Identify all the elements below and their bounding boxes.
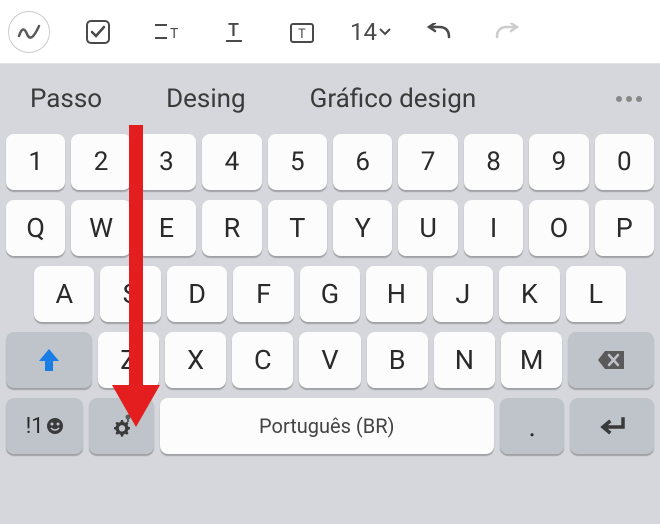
number-row: 1 2 3 4 5 6 7 8 9 0	[6, 134, 654, 190]
symbols-key[interactable]: !1	[6, 398, 83, 454]
undo-icon[interactable]	[419, 12, 459, 52]
key-x[interactable]: X	[165, 332, 226, 388]
period-key[interactable]: .	[500, 398, 564, 454]
key-g[interactable]: G	[300, 266, 360, 322]
backspace-key[interactable]	[568, 332, 654, 388]
key-u[interactable]: U	[398, 200, 457, 256]
settings-key[interactable]	[89, 398, 153, 454]
key-m[interactable]: M	[501, 332, 562, 388]
key-2[interactable]: 2	[71, 134, 130, 190]
font-size-value: 14	[350, 18, 377, 46]
key-c[interactable]: C	[232, 332, 293, 388]
key-9[interactable]: 9	[529, 134, 588, 190]
key-p[interactable]: P	[595, 200, 654, 256]
key-5[interactable]: 5	[268, 134, 327, 190]
bottom-row: !1 Português (BR) .	[6, 398, 654, 454]
key-i[interactable]: I	[464, 200, 523, 256]
keyboard: Passo Desing Gráfico design 1 2 3 4 5 6 …	[0, 64, 660, 524]
enter-icon	[597, 415, 627, 437]
key-3[interactable]: 3	[137, 134, 196, 190]
svg-text:T: T	[228, 20, 239, 41]
underline-icon[interactable]: T	[214, 12, 254, 52]
key-n[interactable]: N	[434, 332, 495, 388]
key-s[interactable]: S	[100, 266, 160, 322]
key-r[interactable]: R	[202, 200, 261, 256]
key-7[interactable]: 7	[398, 134, 457, 190]
redo-icon[interactable]	[487, 12, 527, 52]
suggestion-bar: Passo Desing Gráfico design	[0, 70, 660, 128]
key-o[interactable]: O	[529, 200, 588, 256]
suggestion-item[interactable]: Gráfico design	[298, 84, 489, 114]
shift-icon	[37, 347, 61, 373]
app-toolbar: T T T 14	[0, 0, 660, 64]
key-v[interactable]: V	[299, 332, 360, 388]
suggestion-item[interactable]: Desing	[154, 84, 258, 114]
font-size-selector[interactable]: 14	[350, 18, 391, 46]
svg-text:T: T	[298, 27, 306, 42]
emoji-icon	[46, 417, 64, 435]
key-z[interactable]: Z	[98, 332, 159, 388]
suggestion-item[interactable]: Passo	[18, 84, 114, 114]
key-8[interactable]: 8	[464, 134, 523, 190]
checkbox-icon[interactable]	[78, 12, 118, 52]
spacebar[interactable]: Português (BR)	[160, 398, 495, 454]
backspace-icon	[596, 349, 626, 371]
more-suggestions-icon[interactable]	[616, 96, 642, 102]
text-align-icon[interactable]: T	[146, 12, 186, 52]
key-w[interactable]: W	[71, 200, 130, 256]
chevron-down-icon	[379, 28, 391, 36]
key-f[interactable]: F	[233, 266, 293, 322]
scribble-icon[interactable]	[8, 11, 50, 53]
shift-key[interactable]	[6, 332, 92, 388]
key-a[interactable]: A	[34, 266, 94, 322]
key-6[interactable]: 6	[333, 134, 392, 190]
zxcv-row: Z X C V B N M	[6, 332, 654, 388]
key-t[interactable]: T	[268, 200, 327, 256]
key-d[interactable]: D	[167, 266, 227, 322]
key-h[interactable]: H	[366, 266, 426, 322]
key-q[interactable]: Q	[6, 200, 65, 256]
key-0[interactable]: 0	[595, 134, 654, 190]
svg-text:T: T	[170, 26, 179, 42]
text-box-icon[interactable]: T	[282, 12, 322, 52]
enter-key[interactable]	[570, 398, 654, 454]
key-1[interactable]: 1	[6, 134, 65, 190]
key-y[interactable]: Y	[333, 200, 392, 256]
key-e[interactable]: E	[137, 200, 196, 256]
key-4[interactable]: 4	[202, 134, 261, 190]
key-k[interactable]: K	[499, 266, 559, 322]
qwerty-row: Q W E R T Y U I O P	[6, 200, 654, 256]
asdf-row: A S D F G H J K L	[6, 266, 654, 322]
key-l[interactable]: L	[566, 266, 626, 322]
key-j[interactable]: J	[433, 266, 493, 322]
gear-icon	[108, 413, 134, 439]
key-b[interactable]: B	[367, 332, 428, 388]
